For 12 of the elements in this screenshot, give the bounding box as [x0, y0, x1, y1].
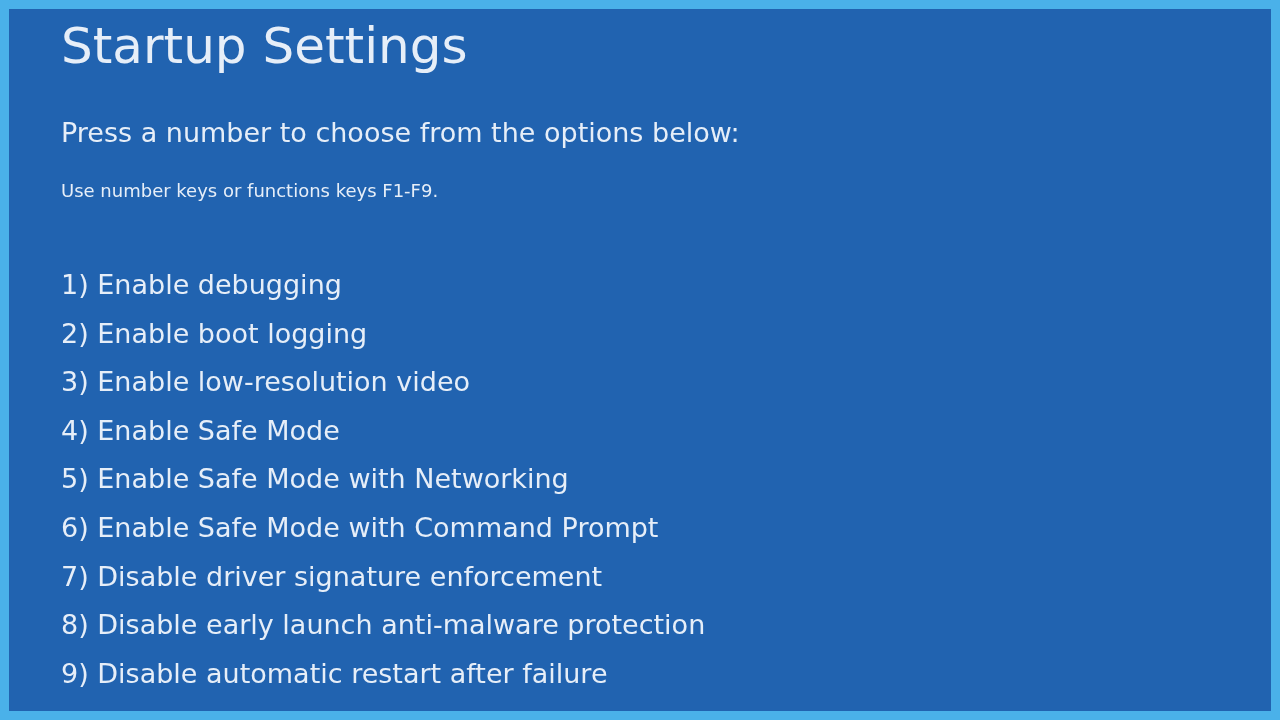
startup-option[interactable]: 2) Enable boot logging	[61, 309, 368, 359]
instruction-text: Press a number to choose from the options below:	[61, 116, 741, 150]
screen-title: Startup Settings	[61, 16, 469, 77]
startup-option[interactable]: 3) Enable low-resolution video	[61, 358, 471, 407]
hint-text: Use number keys or functions keys F1-F9.	[61, 179, 440, 203]
startup-option[interactable]: 1) Enable debugging	[61, 261, 342, 310]
startup-option[interactable]: 9) Disable automatic restart after failure	[61, 649, 608, 699]
startup-option[interactable]: 7) Disable driver signature enforcement	[61, 552, 603, 602]
startup-option[interactable]: 6) Enable Safe Mode with Command Prompt	[61, 503, 659, 553]
startup-option[interactable]: 8) Disable early launch anti-malware protection	[61, 601, 706, 650]
startup-option[interactable]: 4) Enable Safe Mode	[61, 406, 340, 456]
startup-option[interactable]: 5) Enable Safe Mode with Networking	[61, 455, 569, 504]
